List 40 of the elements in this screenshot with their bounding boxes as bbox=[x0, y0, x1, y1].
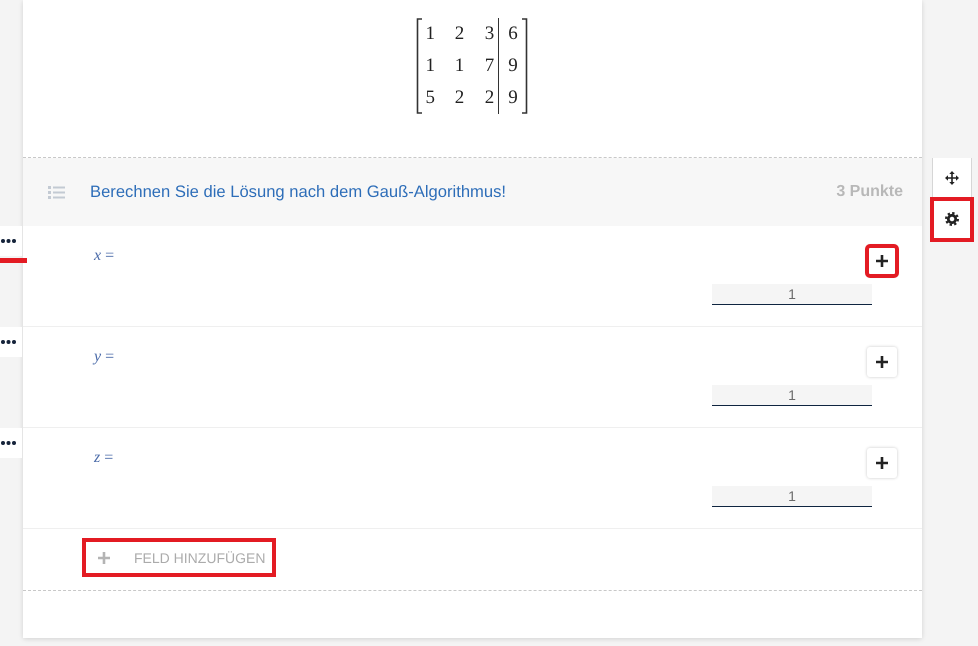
bracket-icon bbox=[522, 18, 528, 114]
variable-label: z = bbox=[94, 449, 114, 467]
move-icon bbox=[945, 171, 959, 185]
bracket-icon bbox=[416, 18, 422, 114]
task-title: Berechnen Sie die Lösung nach dem Gauß-Algorithmus! bbox=[90, 182, 506, 202]
variable-label: y = bbox=[94, 348, 114, 366]
more-icon bbox=[1, 340, 16, 344]
plus-icon bbox=[876, 457, 888, 469]
more-icon bbox=[1, 239, 16, 243]
matrix-entry: 3 bbox=[484, 22, 496, 46]
plus-icon bbox=[98, 552, 110, 564]
matrix-entry: 2 bbox=[484, 86, 496, 110]
matrix-entry: 2 bbox=[454, 86, 466, 110]
add-button[interactable] bbox=[867, 246, 897, 276]
answer-field[interactable]: 1 bbox=[712, 385, 872, 406]
answer-field[interactable]: 1 bbox=[712, 284, 872, 305]
matrix-entry: 1 bbox=[424, 54, 436, 78]
matrix-entry: 9 bbox=[498, 50, 522, 82]
matrix-entry: 1 bbox=[454, 54, 466, 78]
plus-icon bbox=[876, 255, 888, 267]
list-icon bbox=[48, 186, 65, 198]
matrix-entry: 9 bbox=[498, 82, 522, 114]
row-handle[interactable] bbox=[0, 327, 22, 357]
matrix-entry: 2 bbox=[454, 22, 466, 46]
answer-field[interactable]: 1 bbox=[712, 486, 872, 507]
more-icon bbox=[1, 441, 16, 445]
matrix-entry: 5 bbox=[424, 86, 436, 110]
matrix-entry: 6 bbox=[498, 18, 522, 50]
add-button[interactable] bbox=[867, 347, 897, 377]
move-button[interactable] bbox=[932, 158, 972, 199]
plus-icon bbox=[876, 356, 888, 368]
row-handle[interactable] bbox=[0, 226, 22, 256]
add-button[interactable] bbox=[867, 448, 897, 478]
settings-button[interactable] bbox=[932, 199, 972, 240]
variable-label: x = bbox=[94, 247, 114, 265]
points-label: 3 Punkte bbox=[836, 183, 903, 201]
settings-icon bbox=[945, 212, 959, 226]
matrix-entry: 1 bbox=[424, 22, 436, 46]
matrix-entry: 7 bbox=[484, 54, 496, 78]
row-handle[interactable] bbox=[0, 428, 22, 458]
